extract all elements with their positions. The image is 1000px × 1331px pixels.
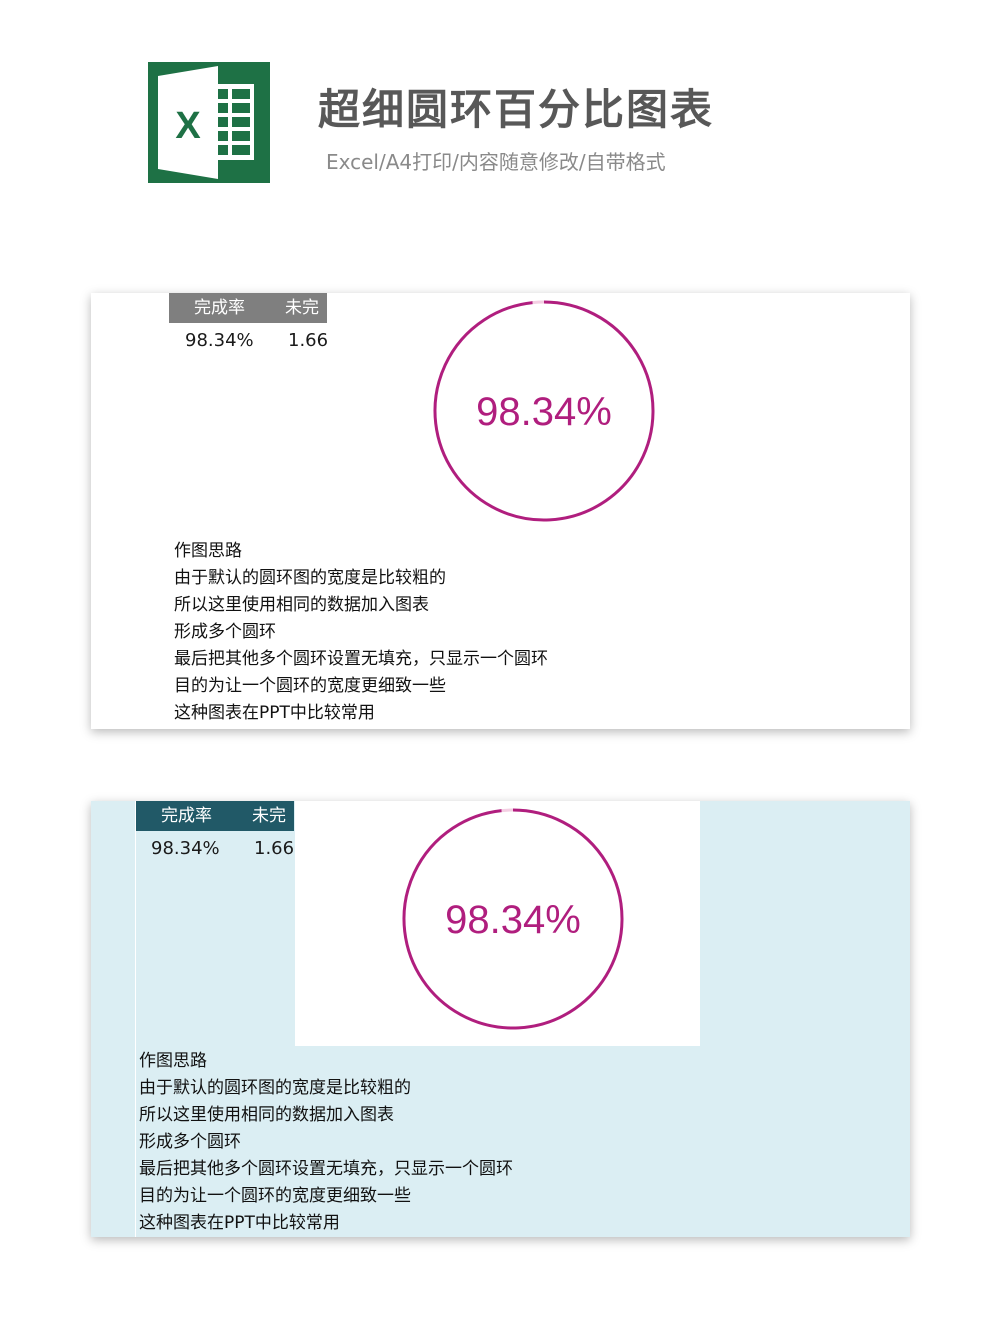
ring-segment-incomplete[interactable] (501, 808, 514, 813)
spreadsheet-panel-1: 完成率 未完 98.34% 1.66 98.34% 作图思路 由于默认的圆环图的… (91, 293, 910, 729)
note-line: 形成多个圆环 (139, 1132, 241, 1152)
page-title: 超细圆环百分比图表 (318, 85, 715, 134)
note-line: 由于默认的圆环图的宽度是比较粗的 (139, 1078, 411, 1098)
page-subtitle: Excel/A4打印/内容随意修改/自带格式 (326, 150, 666, 174)
note-line: 这种图表在PPT中比较常用 (174, 703, 375, 723)
notes-block: 作图思路 由于默认的圆环图的宽度是比较粗的 所以这里使用相同的数据加入图表 形成… (139, 1048, 513, 1237)
note-line: 由于默认的圆环图的宽度是比较粗的 (174, 568, 446, 588)
notes-block: 作图思路 由于默认的圆环图的宽度是比较粗的 所以这里使用相同的数据加入图表 形成… (174, 538, 548, 727)
ring-center-label: 98.34% (445, 898, 581, 942)
spreadsheet-panel-2: 完成率 未完 98.34% 1.66 98.34% 作图思路 由于默认的圆环图的… (91, 801, 910, 1237)
note-line: 作图思路 (174, 541, 242, 561)
note-line: 目的为让一个圆环的宽度更细致一些 (139, 1186, 411, 1206)
note-line: 最后把其他多个圆环设置无填充，只显示一个圆环 (174, 649, 548, 669)
note-line: 所以这里使用相同的数据加入图表 (174, 595, 429, 615)
excel-logo-icon: X (148, 62, 270, 183)
ring-center-label: 98.34% (476, 390, 612, 434)
note-line: 形成多个圆环 (174, 622, 276, 642)
logo-letter: X (175, 105, 201, 147)
note-line: 最后把其他多个圆环设置无填充，只显示一个圆环 (139, 1159, 513, 1179)
note-line: 目的为让一个圆环的宽度更细致一些 (174, 676, 446, 696)
note-line: 这种图表在PPT中比较常用 (139, 1213, 340, 1233)
ring-segment-incomplete[interactable] (532, 300, 545, 305)
note-line: 所以这里使用相同的数据加入图表 (139, 1105, 394, 1125)
note-line: 作图思路 (139, 1051, 207, 1071)
